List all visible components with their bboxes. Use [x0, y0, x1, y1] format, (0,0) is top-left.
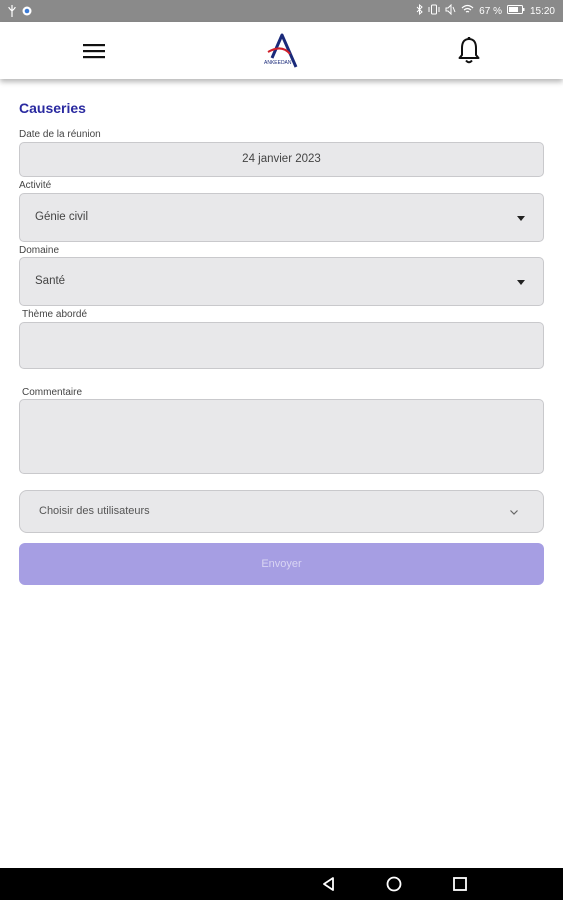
mute-icon — [445, 3, 456, 20]
status-bar: 67 % 15:20 — [0, 0, 563, 22]
theme-input[interactable] — [19, 322, 544, 369]
activity-select[interactable]: Génie civil — [19, 193, 544, 242]
date-label: Date de la réunion — [19, 129, 101, 140]
notifications-button[interactable] — [455, 36, 483, 66]
page-title: Causeries — [19, 100, 86, 116]
activity-label: Activité — [19, 180, 52, 191]
date-field[interactable]: 24 janvier 2023 — [19, 142, 544, 177]
clock: 15:20 — [529, 6, 555, 17]
vibrate-icon — [428, 4, 440, 20]
activity-value: Génie civil — [35, 211, 89, 223]
dropdown-arrow-icon — [517, 280, 525, 285]
usb-icon — [8, 5, 16, 20]
app-logo: ANKEEDAN — [260, 32, 304, 70]
status-left — [8, 5, 32, 20]
menu-button[interactable] — [80, 39, 108, 63]
submit-button[interactable]: Envoyer — [19, 543, 544, 585]
back-icon — [323, 877, 334, 891]
domain-value: Santé — [35, 275, 66, 287]
dropdown-arrow-icon — [517, 216, 525, 221]
wifi-icon — [461, 4, 474, 20]
users-placeholder: Choisir des utilisateurs — [39, 505, 150, 517]
bell-icon — [458, 37, 480, 64]
battery-icon — [506, 5, 525, 19]
bluetooth-icon — [416, 3, 423, 20]
app-bar: ANKEEDAN — [0, 22, 563, 79]
logo-text: ANKEEDAN — [264, 60, 292, 66]
chevron-down-icon — [510, 510, 518, 515]
system-nav-bar — [0, 868, 563, 900]
battery-percent: 67 % — [479, 6, 502, 17]
recents-button[interactable] — [451, 876, 469, 892]
users-multiselect[interactable]: Choisir des utilisateurs — [19, 490, 544, 533]
screen: 67 % 15:20 ANKEEDAN Causeries Date de la… — [0, 0, 563, 900]
theme-label: Thème abordé — [22, 309, 88, 320]
home-button[interactable] — [385, 876, 403, 892]
recents-icon — [453, 877, 467, 891]
home-icon — [386, 876, 402, 892]
comment-textarea[interactable] — [19, 399, 544, 474]
domain-select[interactable]: Santé — [19, 257, 544, 306]
comment-label: Commentaire — [22, 387, 83, 398]
status-right: 67 % 15:20 — [416, 3, 555, 20]
back-button[interactable] — [320, 876, 338, 892]
hamburger-menu-icon — [83, 44, 105, 59]
date-value: 24 janvier 2023 — [242, 153, 321, 165]
domain-label: Domaine — [19, 245, 60, 256]
notification-icon — [22, 6, 32, 19]
